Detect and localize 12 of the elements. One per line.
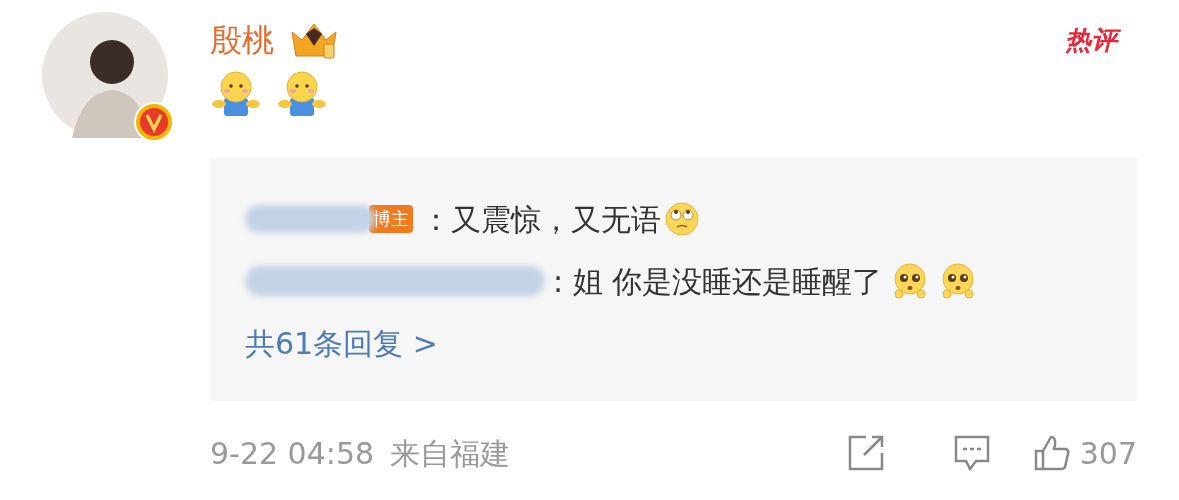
more-replies-link[interactable]: 共61条回复 > <box>245 320 438 366</box>
like-count: 307 <box>1079 434 1137 473</box>
reply-text: : 姐 你是没睡还是睡醒了 <box>553 262 883 301</box>
comment-time: 9-22 04:58 <box>210 434 375 473</box>
author-name[interactable]: 殷桃 <box>210 24 274 56</box>
hug-emoji-icon <box>210 70 262 118</box>
hug-emoji-icon <box>276 70 328 118</box>
eye-roll-emoji-icon <box>665 202 699 236</box>
reply-text: ：又震惊，又无语 <box>421 200 661 239</box>
blogger-badge: 博主 <box>369 205 413 233</box>
avatar[interactable] <box>42 12 168 138</box>
comment-location: 来自福建 <box>390 434 511 473</box>
